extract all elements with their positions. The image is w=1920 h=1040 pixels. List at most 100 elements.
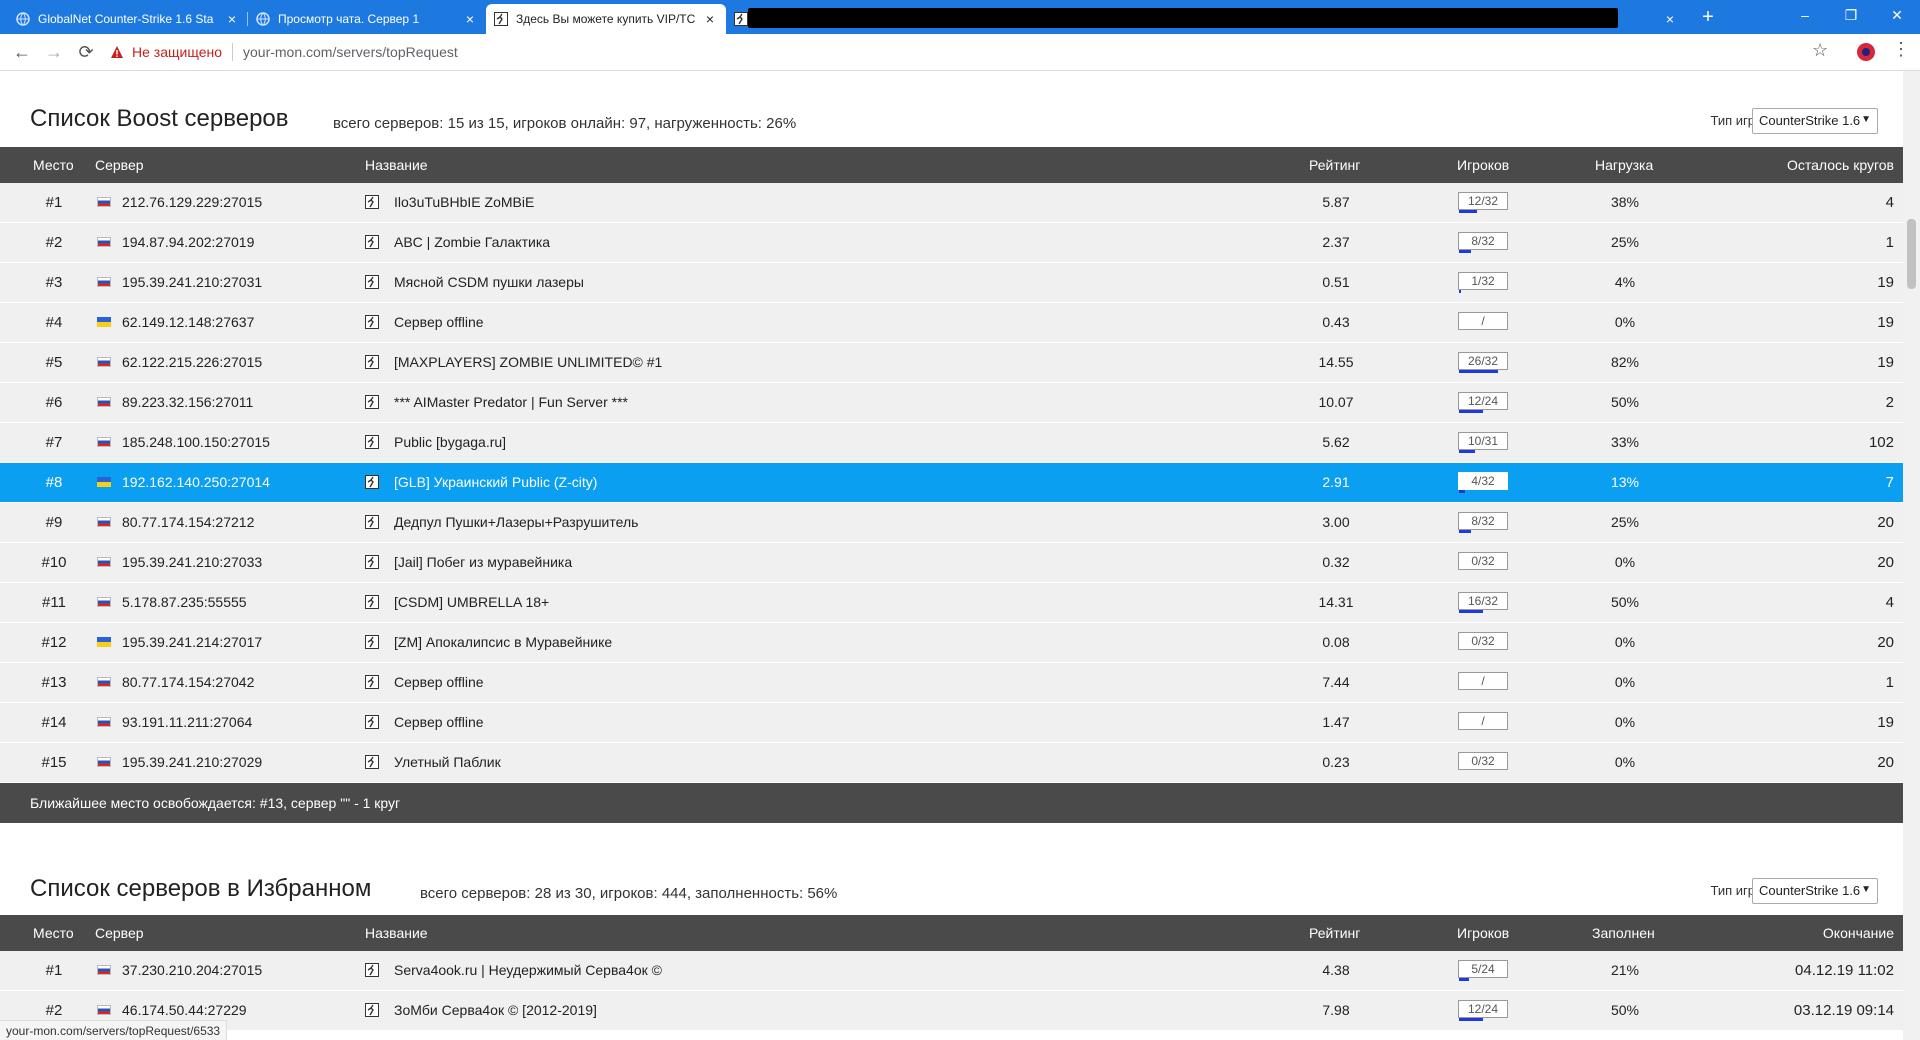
cs-logo-icon [365, 275, 379, 289]
url-text[interactable]: your-mon.com/servers/topRequest [243, 44, 458, 60]
flag-russia-icon [97, 517, 111, 527]
table-row[interactable]: #5 62.122.215.226:27015 [MAXPLAYERS] ZOMBI… [0, 343, 1920, 383]
rounds-left: 4 [1885, 194, 1894, 211]
table-row[interactable]: #8 192.162.140.250:27014 [GLB] Украинский … [0, 463, 1920, 503]
cs-logo-icon [365, 315, 379, 329]
close-icon[interactable]: × [1662, 11, 1678, 27]
server-name[interactable]: Мясной CSDM пушки лазеры [394, 274, 584, 290]
server-address[interactable]: 194.87.94.202:27019 [122, 234, 254, 250]
table-row[interactable]: #9 80.77.174.154:27212 Дедпул Пушки+Лазеры… [0, 503, 1920, 543]
server-name[interactable]: [Jail] Побег из муравейника [394, 554, 572, 570]
server-address[interactable]: 195.39.241.210:27029 [122, 754, 262, 770]
game-type-select[interactable]: CounterStrike 1.6 ▼ [1752, 108, 1878, 134]
server-name[interactable]: Улетный Паблик [394, 754, 501, 770]
place-number: #15 [41, 754, 67, 771]
menu-icon[interactable]: ⋮ [1892, 39, 1910, 60]
new-tab-button[interactable]: + [1694, 4, 1722, 30]
forward-button[interactable]: → [42, 40, 66, 64]
server-load: 25% [1610, 514, 1640, 530]
table-row[interactable]: #15 195.39.241.210:27029 Улетный Паблик 0.2… [0, 743, 1920, 783]
table-row[interactable]: #6 89.223.32.156:27011 *** AIMaster Predat… [0, 383, 1920, 423]
close-window-button[interactable]: ✕ [1874, 0, 1920, 30]
table-row[interactable]: #14 93.191.11.211:27064 Сервер offline 1.47… [0, 703, 1920, 743]
table-row[interactable]: #10 195.39.241.210:27033 [Jail] Побег из м… [0, 543, 1920, 583]
server-name[interactable]: Сервер offline [394, 674, 484, 690]
server-address[interactable]: 195.39.241.214:27017 [122, 634, 262, 650]
server-address[interactable]: 192.162.140.250:27014 [122, 474, 270, 490]
flag-ukraine-icon [97, 317, 111, 327]
server-name[interactable]: Дедпул Пушки+Лазеры+Разрушитель [394, 514, 638, 530]
col-filled: Заполнен [1592, 925, 1655, 941]
rounds-left: 20 [1877, 554, 1894, 571]
players-fill-bar [1459, 978, 1470, 981]
server-name[interactable]: ABC | Zombie Галактика [394, 234, 550, 250]
dropdown-arrow-icon: ▼ [1861, 114, 1871, 125]
table-row[interactable]: #1 212.76.129.229:27015 Ilo3uTuBHbIE ZoMBi… [0, 183, 1920, 223]
globe-icon [16, 12, 30, 26]
server-address[interactable]: 5.178.87.235:55555 [122, 594, 247, 610]
server-address[interactable]: 93.191.11.211:27064 [122, 714, 252, 730]
minimize-button[interactable]: – [1782, 0, 1828, 30]
close-icon[interactable]: × [224, 11, 240, 27]
place-number: #14 [41, 714, 67, 731]
server-address[interactable]: 195.39.241.210:27031 [122, 274, 262, 290]
table-row[interactable]: #7 185.248.100.150:27015 Public [bygaga.ru… [0, 423, 1920, 463]
players-text: 12/24 [1467, 394, 1499, 408]
server-address[interactable]: 185.248.100.150:27015 [122, 434, 270, 450]
server-name[interactable]: Serva4ook.ru | Неудержимый Серва4ок © [394, 962, 662, 978]
scrollbar-thumb[interactable] [1907, 219, 1916, 289]
server-name[interactable]: [MAXPLAYERS] ZOMBIE UNLIMITED© #1 [394, 354, 662, 370]
reload-button[interactable]: ⟳ [74, 40, 98, 64]
server-name[interactable]: Сервер offline [394, 314, 484, 330]
server-address[interactable]: 89.223.32.156:27011 [122, 394, 253, 410]
table-row[interactable]: #2 46.174.50.44:27229 ЗоМби Серва4ок © [20… [0, 991, 1920, 1031]
server-name[interactable]: Public [bygaga.ru] [394, 434, 506, 450]
flag-ukraine-icon [97, 637, 111, 647]
server-name[interactable]: [GLB] Украинский Public (Z-city) [394, 474, 597, 490]
server-address[interactable]: 195.39.241.210:27033 [122, 554, 262, 570]
table-row[interactable]: #4 62.149.12.148:27637 Сервер offline 0.43 /… [0, 303, 1920, 343]
server-name[interactable]: Ilo3uTuBHbIE ZoMBiE [394, 194, 534, 210]
players-count: 0/32 [1458, 552, 1508, 570]
rounds-left: 20 [1877, 754, 1894, 771]
close-icon[interactable]: × [702, 11, 718, 27]
server-address[interactable]: 80.77.174.154:27042 [122, 674, 254, 690]
server-name[interactable]: Сервер offline [394, 714, 484, 730]
globe-icon [256, 12, 270, 26]
players-fill-bar [1459, 1018, 1483, 1021]
not-secure-label[interactable]: Не защищено [132, 44, 222, 60]
bookmark-star-icon[interactable]: ☆ [1812, 40, 1828, 61]
place-number: #3 [45, 274, 63, 291]
table-row[interactable]: #1 37.230.210.204:27015 Serva4ook.ru | Неу… [0, 951, 1920, 991]
omnibox[interactable]: Не защищено your-mon.com/servers/topRequ… [110, 38, 458, 66]
table-row[interactable]: #2 194.87.94.202:27019 ABC | Zombie Галакт… [0, 223, 1920, 263]
vertical-scrollbar[interactable] [1903, 71, 1920, 1040]
server-name[interactable]: [ZM] Апокалипсис в Муравейнике [394, 634, 612, 650]
place-number: #2 [45, 1002, 63, 1019]
server-address[interactable]: 80.77.174.154:27212 [122, 514, 254, 530]
table-row[interactable]: #3 195.39.241.210:27031 Мясной CSDM пушки … [0, 263, 1920, 303]
server-address[interactable]: 212.76.129.229:27015 [122, 194, 262, 210]
server-address[interactable]: 46.174.50.44:27229 [122, 1002, 247, 1018]
flag-russia-icon [97, 557, 111, 567]
tab-vip-purchase[interactable]: Здесь Вы можете купить VIP/TC × [486, 4, 726, 34]
cs-logo-icon [365, 195, 379, 209]
table-row[interactable]: #13 80.77.174.154:27042 Сервер offline 7.44… [0, 663, 1920, 703]
server-address[interactable]: 62.149.12.148:27637 [122, 314, 254, 330]
next-slot-info: Ближайшее место освобождается: #13, серв… [30, 795, 401, 811]
server-address[interactable]: 62.122.215.226:27015 [122, 354, 262, 370]
table-row[interactable]: #12 195.39.241.214:27017 [ZM] Апокалипсис … [0, 623, 1920, 663]
restore-button[interactable]: ❐ [1828, 0, 1874, 30]
extension-icon[interactable] [1857, 43, 1875, 61]
table-row[interactable]: #11 5.178.87.235:55555 [CSDM] UMBRELLA 18+… [0, 583, 1920, 623]
server-name[interactable]: *** AIMaster Predator | Fun Server *** [394, 394, 628, 410]
back-button[interactable]: ← [10, 40, 34, 64]
game-type-select[interactable]: CounterStrike 1.6 ▼ [1752, 878, 1878, 904]
close-icon[interactable]: × [462, 11, 478, 27]
server-name[interactable]: [CSDM] UMBRELLA 18+ [394, 594, 549, 610]
tab-globalnet[interactable]: GlobalNet Counter-Strike 1.6 Sta × [8, 4, 248, 34]
players-text: / [1481, 674, 1485, 688]
tab-chat-view[interactable]: Просмотр чата. Сервер 1 × [248, 4, 486, 34]
server-name[interactable]: ЗоМби Серва4ок © [2012-2019] [394, 1002, 597, 1018]
server-address[interactable]: 37.230.210.204:27015 [122, 962, 262, 978]
